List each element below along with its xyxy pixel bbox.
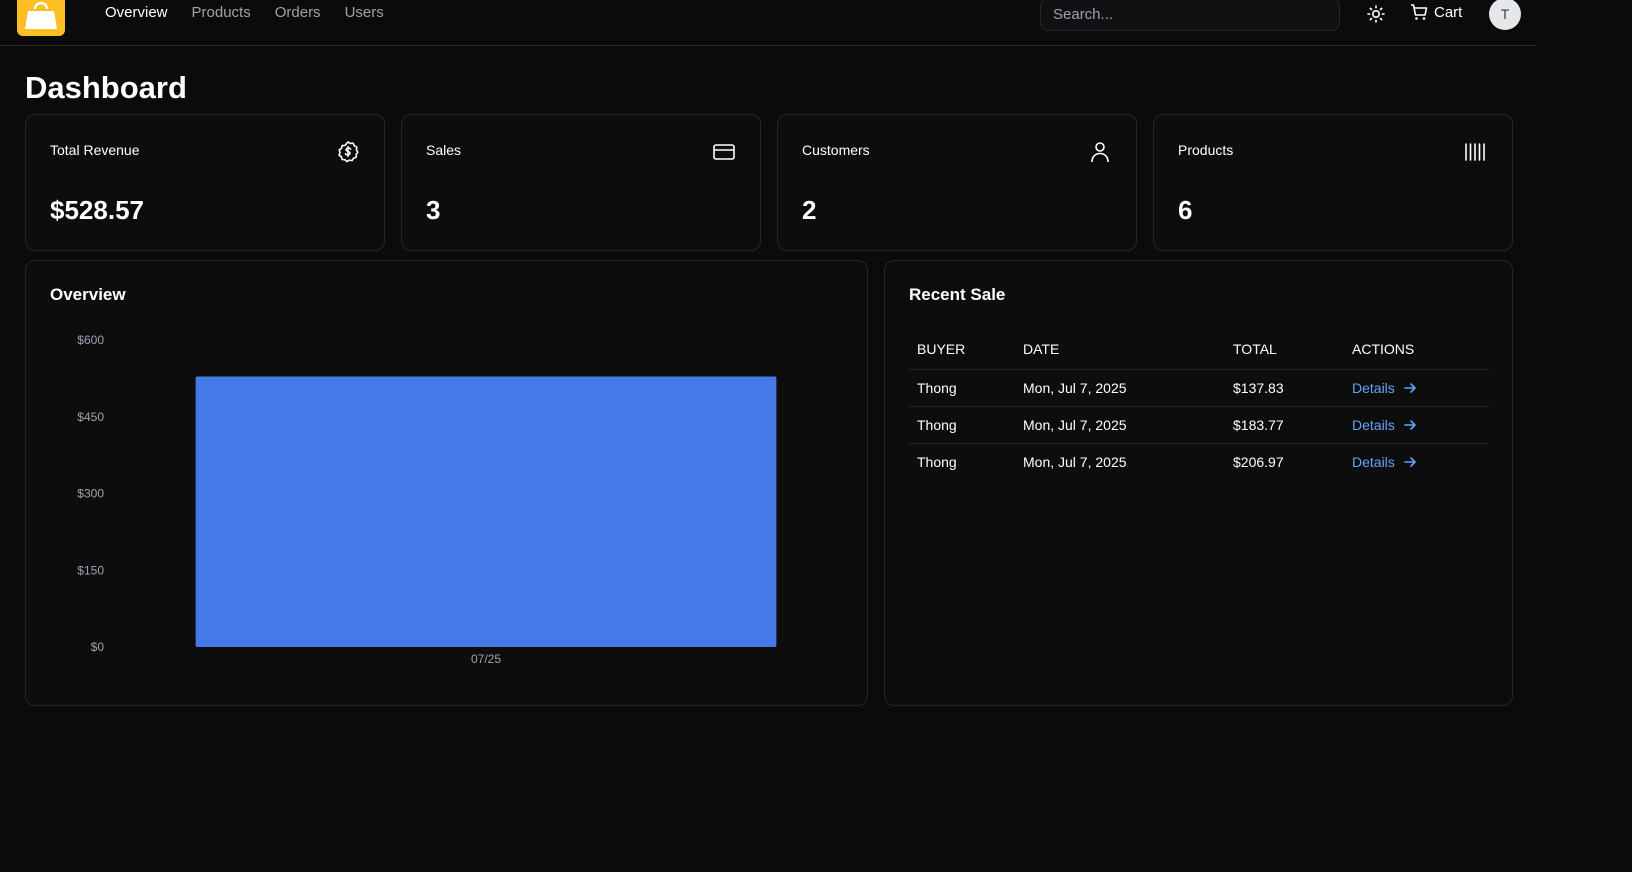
table-row: Thong Mon, Jul 7, 2025 $183.77 Details: [909, 406, 1489, 444]
stat-label: Customers: [802, 142, 870, 158]
app-root: Overview Products Orders Users Search...…: [0, 0, 1536, 872]
y-tick-label: $450: [77, 410, 104, 424]
y-tick-label: $600: [77, 333, 104, 347]
table-row: Thong Mon, Jul 7, 2025 $206.97 Details: [909, 444, 1489, 481]
stat-label: Sales: [426, 142, 462, 158]
details-label: Details: [1352, 380, 1395, 396]
sun-icon: [1367, 5, 1385, 23]
total-cell: $137.83: [1225, 369, 1344, 407]
date-cell: Mon, Jul 7, 2025: [1015, 369, 1225, 407]
stat-value: 3: [426, 195, 441, 225]
logo[interactable]: [17, 0, 65, 36]
column-header-total: TOTAL: [1225, 331, 1344, 370]
dollar-badge-icon: [338, 141, 359, 163]
stat-value: 6: [1178, 195, 1193, 225]
total-cell: $183.77: [1225, 406, 1344, 444]
main-nav: Overview Products Orders Users: [105, 4, 384, 21]
y-tick-label: $150: [77, 563, 104, 577]
y-tick-label: $0: [91, 640, 105, 654]
arrow-right-icon: [1403, 457, 1416, 468]
recent-sales-table: BUYER DATE TOTAL ACTIONS Thong Mon, Jul …: [909, 331, 1489, 481]
stat-value: 2: [802, 195, 817, 225]
stat-card-customers: Customers 2: [777, 114, 1137, 251]
nav-item-users[interactable]: Users: [345, 4, 384, 21]
cart-label: Cart: [1434, 3, 1463, 21]
actions-cell: Details: [1344, 444, 1489, 481]
details-link[interactable]: Details: [1352, 454, 1417, 470]
user-icon: [1091, 142, 1109, 163]
details-link[interactable]: Details: [1352, 417, 1417, 433]
user-avatar[interactable]: T: [1489, 0, 1521, 30]
search-input[interactable]: [1040, 0, 1340, 31]
theme-toggle-button[interactable]: [1366, 4, 1386, 24]
column-header-date: DATE: [1015, 331, 1225, 370]
column-header-buyer: BUYER: [909, 331, 1015, 370]
column-header-actions: ACTIONS: [1344, 331, 1489, 370]
details-label: Details: [1352, 417, 1395, 433]
page-title: Dashboard: [25, 70, 187, 105]
details-link[interactable]: Details: [1352, 380, 1417, 396]
table-row: Thong Mon, Jul 7, 2025 $137.83 Details: [909, 369, 1489, 407]
cart-button[interactable]: Cart: [1410, 3, 1462, 21]
revenue-bar[interactable]: [195, 376, 777, 647]
barcode-icon: [1465, 143, 1485, 161]
recent-sale-panel: Recent Sale BUYER DATE TOTAL ACTIONS Tho…: [884, 260, 1513, 706]
details-label: Details: [1352, 454, 1395, 471]
stat-label: Total Revenue: [50, 142, 140, 158]
recent-sale-title: Recent Sale: [909, 285, 1006, 304]
stat-label: Products: [1178, 142, 1234, 158]
stat-card-sales: Sales 3: [401, 114, 761, 251]
date-cell: Mon, Jul 7, 2025: [1023, 454, 1127, 471]
table-header-row: BUYER DATE TOTAL ACTIONS: [909, 331, 1489, 370]
top-navbar: Overview Products Orders Users Search...…: [0, 0, 1536, 46]
shopping-cart-icon: [1411, 4, 1428, 20]
total-cell: $206.97: [1233, 454, 1284, 471]
nav-item-products[interactable]: Products: [192, 4, 251, 21]
stat-value: $528.57: [50, 195, 144, 225]
stat-card-total-revenue: Total Revenue $528.57: [25, 114, 385, 251]
actions-cell: Details: [1344, 369, 1489, 407]
buyer-cell: Thong: [909, 406, 1015, 444]
revenue-bar-chart: $0 $150 $300 $450 $600 07/25: [77, 333, 777, 666]
arrow-right-icon: [1403, 420, 1416, 430]
nav-item-orders[interactable]: Orders: [275, 4, 321, 21]
buyer-cell: Thong: [917, 454, 957, 471]
date-cell: Mon, Jul 7, 2025: [1015, 406, 1225, 444]
overview-chart-panel: Overview $0 $150 $300 $450 $600 07/25: [25, 260, 868, 706]
y-tick-label: $300: [77, 487, 104, 501]
stat-card-products: Products 6: [1153, 114, 1513, 251]
credit-card-icon: [713, 144, 735, 160]
buyer-cell: Thong: [909, 369, 1015, 407]
x-tick-label: 07/25: [471, 652, 501, 666]
nav-item-overview[interactable]: Overview: [105, 4, 168, 21]
actions-cell: Details: [1344, 406, 1489, 444]
arrow-right-icon: [1403, 383, 1416, 393]
shopping-bag-icon: [25, 1, 57, 29]
